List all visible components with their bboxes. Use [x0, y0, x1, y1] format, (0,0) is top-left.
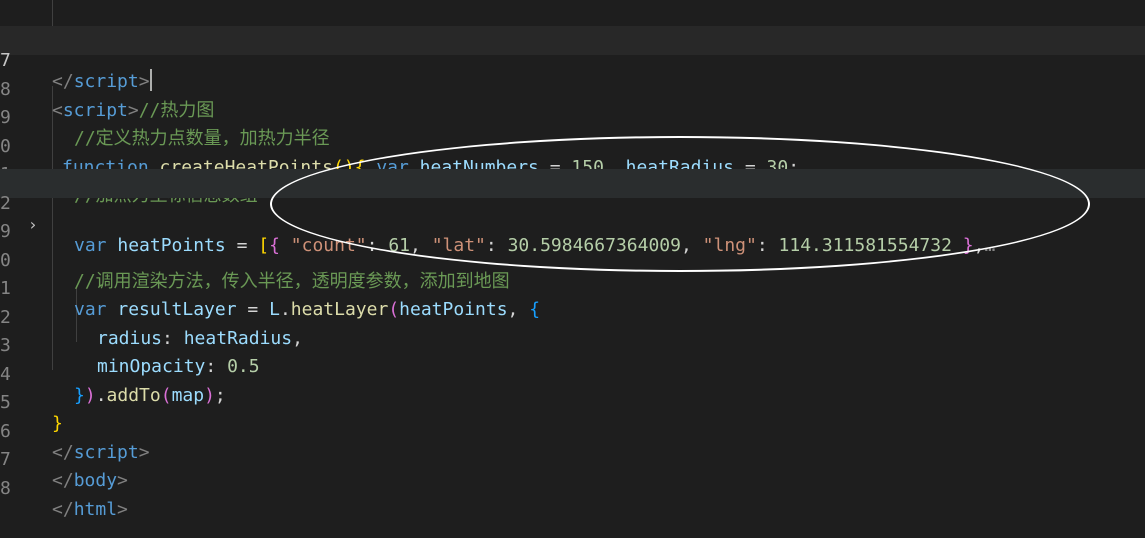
line-number: 8 — [0, 478, 11, 499]
code-line[interactable]: 2 radius: heatRadius, — [0, 283, 1145, 349]
code-line[interactable]: 8 </html> — [0, 454, 1145, 520]
code-editor[interactable]: 6 7 </script> 8 <script>//热力图 9 //定义热力点数… — [0, 0, 1145, 520]
code-line[interactable]: 7 </body> — [0, 425, 1145, 491]
code-line[interactable]: 9 //定义热力点数量，加热力半径 — [0, 83, 1145, 149]
code-line-folded[interactable]: 2 › var heatPoints = [{ "count": 61, "la… — [0, 169, 1145, 256]
code-line[interactable]: 4 }).addTo(map); — [0, 340, 1145, 406]
code-line[interactable]: 0 //调用渲染方法，传入半径，透明度参数，添加到地图 — [0, 226, 1145, 292]
code-line[interactable]: 1 //加热力坐标信息数组 — [0, 140, 1145, 206]
code-line-active[interactable]: 7 </script> — [0, 26, 1145, 92]
code-line[interactable]: 3 minOpacity: 0.5 — [0, 311, 1145, 377]
code-line[interactable]: 6 — [0, 0, 1145, 45]
code-line[interactable]: 0 function createHeatPoints(){ var heatN… — [0, 112, 1145, 178]
code-line[interactable]: 5 } — [0, 368, 1145, 434]
code-line[interactable]: 1 var resultLayer = L.heatLayer(heatPoin… — [0, 254, 1145, 320]
tag-bracket: </ — [52, 499, 74, 520]
code-line[interactable]: 6 </script> — [0, 397, 1145, 463]
tag-name: html — [73, 499, 118, 520]
code-line[interactable]: 9 — [0, 197, 1145, 242]
tag-bracket: > — [117, 499, 128, 520]
code-line[interactable]: 8 <script>//热力图 — [0, 55, 1145, 121]
